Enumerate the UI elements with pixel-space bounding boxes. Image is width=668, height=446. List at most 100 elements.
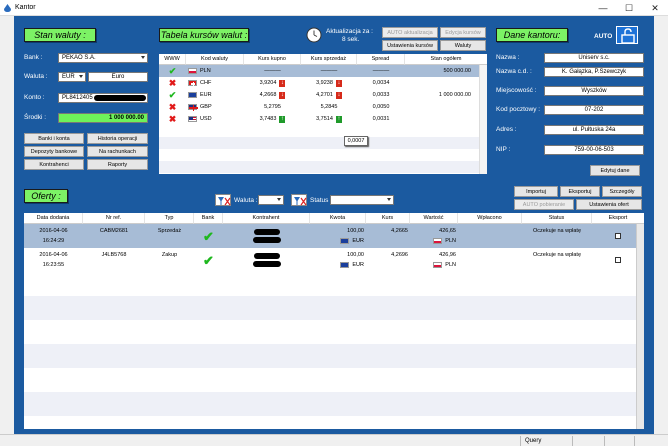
offer-value-currency: PLN — [445, 262, 456, 268]
fullname-field: K. Gałązka, P.Szewczyk — [544, 67, 644, 77]
rate-row-eur[interactable]: ✔ EUR 4,2668 ↓ 4,2701 ↓ 0,0033 1 000 000.0… — [159, 89, 487, 101]
offer-status: Oczekuje na wpłatę — [533, 252, 581, 258]
currency-label: Waluta : — [24, 73, 48, 80]
empty-row — [159, 137, 487, 149]
offer-amount-currency: EUR — [352, 238, 364, 244]
offer-rate: 4,2665 — [391, 228, 408, 234]
bank-deposits-button[interactable]: Depozyty bankowe — [24, 146, 84, 157]
app-icon — [4, 4, 11, 12]
rate-row-chf[interactable]: ✖ CHF 3,9204 ↓ 3,9238 ↓ 0,0034 — [159, 77, 487, 89]
rate-settings-button[interactable]: Ustawienia kursów — [382, 40, 438, 51]
spread-value: ——— — [372, 68, 390, 74]
offer-row[interactable]: 2016-04-06 16:24:29 CABM2681 Sprzedaż ✔ … — [24, 224, 644, 248]
flag-pl-icon — [433, 238, 443, 244]
rate-row-gbp[interactable]: ✖ GBP 5,2795 5,2845 0,0050 — [159, 101, 487, 113]
column-header: Kurs sprzedaż — [301, 54, 357, 65]
arrow-down-icon: ↓ — [335, 79, 342, 87]
import-button[interactable]: Importuj — [514, 186, 558, 197]
main-panel: Stan waluty : Bank : PEKAO S.A. Waluta :… — [14, 16, 654, 434]
offer-ref: CABM2681 — [99, 228, 129, 234]
name-field: Uniserv s.c. — [544, 53, 644, 63]
currency-state-heading: Stan waluty : — [24, 28, 96, 42]
auto-label: AUTO — [594, 33, 613, 40]
sell-rate: ——— — [320, 68, 338, 74]
status-filter-label: Status — [310, 197, 329, 204]
total-value: 1 000 000.00 — [438, 92, 471, 98]
rates-scrollbar[interactable] — [479, 65, 487, 174]
export-checkbox[interactable] — [615, 257, 621, 263]
on-accounts-button[interactable]: Na rachunkach — [87, 146, 148, 157]
lock-button[interactable] — [616, 26, 638, 44]
offer-type: Zakup — [161, 252, 178, 258]
currency-code: EUR — [200, 92, 212, 98]
offer-time: 16:24:29 — [42, 238, 65, 244]
close-button[interactable]: ✕ — [642, 0, 668, 16]
offer-paid — [458, 225, 522, 237]
funds-label: Środki : — [24, 114, 47, 121]
bank-label: Bank : — [24, 54, 43, 61]
account-label: Konto : — [24, 94, 45, 101]
flag-pl-icon — [188, 68, 197, 74]
column-header: Kurs kupno — [244, 54, 301, 65]
name-label: Nazwa : — [496, 54, 520, 61]
flag-pl-icon — [433, 262, 443, 268]
column-header: Wartość — [410, 213, 458, 224]
column-header: Spread — [357, 54, 405, 65]
sell-rate: 4,2701 — [316, 92, 333, 98]
unlock-icon — [621, 28, 635, 44]
column-header: Eksport — [592, 213, 644, 224]
offer-row[interactable]: 2016-04-06 16:23:55 J4LB5768 Zakup ✔ 100… — [24, 248, 644, 272]
auto-fetch-button[interactable]: AUTO pobieranie — [514, 199, 574, 210]
reports-button[interactable]: Raporty — [87, 159, 148, 170]
chevron-down-icon — [141, 56, 145, 59]
column-header: Nr ref. — [83, 213, 145, 224]
rates-table: WWW Kod waluty Kurs kupno Kurs sprzedaż … — [159, 54, 487, 174]
nip-field: 759-00-06-503 — [544, 145, 644, 155]
currency-select[interactable]: EUR — [58, 72, 86, 82]
filter-icon — [218, 197, 231, 206]
contractors-button[interactable]: Kontrahenci — [24, 159, 84, 170]
offer-settings-button[interactable]: Ustawienia ofert — [576, 199, 642, 210]
check-icon: ✔ — [168, 89, 177, 100]
maximize-button[interactable]: ☐ — [616, 0, 642, 16]
status-section — [572, 436, 602, 446]
postal-field: 07-202 — [544, 105, 644, 115]
bank-select[interactable]: PEKAO S.A. — [58, 53, 148, 63]
banks-accounts-button[interactable]: Banki i konta — [24, 133, 84, 144]
auto-update-button[interactable]: AUTO aktualizacja — [382, 27, 438, 38]
sell-rate: 5,2845 — [320, 104, 338, 110]
rate-row-usd[interactable]: ✖ USD 3,7483 ↑ 3,7514 ↑ 0,0031 — [159, 113, 487, 125]
status-query: Query — [520, 436, 570, 446]
empty-row — [24, 392, 644, 416]
account-field: PL8412405 — [58, 93, 148, 103]
edit-rates-button[interactable]: Edycja kursów — [440, 27, 486, 38]
empty-row — [24, 344, 644, 368]
rate-row-pln[interactable]: ✔ PLN ——— ——— ——— 500 000.00 — [159, 65, 487, 77]
spread-tooltip: 0,0007 — [344, 136, 368, 146]
minimize-button[interactable]: — — [590, 0, 616, 16]
flag-gb-icon — [188, 104, 198, 111]
currency-code: PLN — [200, 68, 211, 74]
sell-rate: 3,9238 — [316, 80, 333, 86]
city-field: Wyszków — [544, 86, 644, 96]
edit-data-button[interactable]: Edytuj dane — [590, 165, 640, 176]
address-field: ul. Pułtuska 24a — [544, 125, 644, 135]
update-label: Aktualizacja za : — [326, 28, 373, 35]
currencies-button[interactable]: Waluty — [440, 40, 486, 51]
total-value — [405, 101, 473, 113]
export-checkbox[interactable] — [615, 233, 621, 239]
offer-amount-currency: EUR — [352, 262, 364, 268]
currency-filter-button[interactable] — [215, 194, 231, 206]
status-filter-button[interactable] — [291, 194, 307, 206]
buy-rate: 5,2795 — [264, 104, 281, 110]
buy-rate: 4,2668 — [259, 92, 277, 98]
status-filter-select[interactable] — [330, 195, 394, 205]
spread-value: 0,0033 — [372, 92, 390, 98]
export-button[interactable]: Eksportuj — [560, 186, 600, 197]
operation-history-button[interactable]: Historia operacji — [87, 133, 148, 144]
offers-scrollbar[interactable] — [636, 224, 644, 429]
currency-filter-select[interactable] — [258, 195, 284, 205]
details-button[interactable]: Szczegóły — [602, 186, 642, 197]
account-number: PL8412405 — [62, 95, 93, 101]
buy-rate: 3,7483 — [259, 116, 277, 122]
